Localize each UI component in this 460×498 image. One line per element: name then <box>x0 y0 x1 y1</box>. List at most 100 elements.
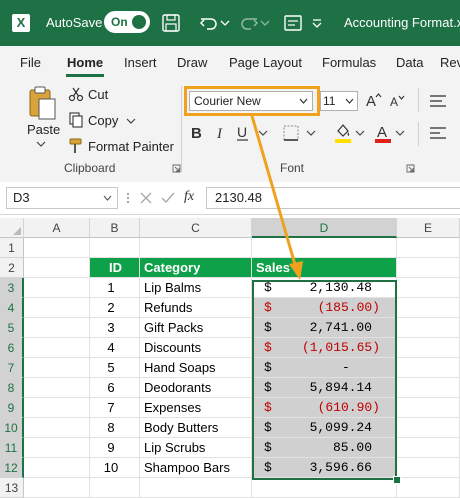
cell-a4[interactable] <box>24 298 90 318</box>
row-header-11[interactable]: 11 <box>0 438 24 458</box>
cell-e5[interactable] <box>397 318 460 338</box>
row-header-6[interactable]: 6 <box>0 338 24 358</box>
insert-function-button[interactable]: fx <box>184 188 194 206</box>
cell-e10[interactable] <box>397 418 460 438</box>
cell-a11[interactable] <box>24 438 90 458</box>
column-header-a[interactable]: A <box>24 218 90 238</box>
bold-icon[interactable]: B <box>189 124 205 142</box>
tab-draw[interactable]: Draw <box>177 55 207 71</box>
column-header-c[interactable]: C <box>140 218 252 238</box>
borders-dropdown-icon[interactable] <box>306 126 316 140</box>
undo-dropdown-icon[interactable] <box>220 12 230 34</box>
customize-toolbar-icon[interactable] <box>310 12 324 34</box>
cell-d3[interactable]: $2,130.48 <box>252 278 397 298</box>
cell-c2[interactable]: Category <box>140 258 252 278</box>
cell-a13[interactable] <box>24 478 90 498</box>
cell-e7[interactable] <box>397 358 460 378</box>
cell-e1[interactable] <box>397 238 460 258</box>
paste-dropdown-icon[interactable] <box>36 140 46 148</box>
cell-c7[interactable]: Hand Soaps <box>140 358 252 378</box>
clipboard-launcher-icon[interactable] <box>172 164 181 173</box>
row-header-9[interactable]: 9 <box>0 398 24 418</box>
row-header-4[interactable]: 4 <box>0 298 24 318</box>
cell-c6[interactable]: Discounts <box>140 338 252 358</box>
align-icon[interactable] <box>428 92 448 110</box>
copy-button[interactable]: Copy <box>88 113 118 129</box>
cell-b1[interactable] <box>90 238 140 258</box>
cancel-icon[interactable] <box>138 190 154 206</box>
cell-c12[interactable]: Shampoo Bars <box>140 458 252 478</box>
cell-a1[interactable] <box>24 238 90 258</box>
column-header-e[interactable]: E <box>397 218 460 238</box>
cell-d5[interactable]: $2,741.00 <box>252 318 397 338</box>
cell-d7[interactable]: $ - <box>252 358 397 378</box>
cell-d11[interactable]: $85.00 <box>252 438 397 458</box>
cell-a2[interactable] <box>24 258 90 278</box>
decrease-font-size-icon[interactable]: A <box>389 92 407 110</box>
redo-dropdown-icon[interactable] <box>260 12 270 34</box>
cell-c11[interactable]: Lip Scrubs <box>140 438 252 458</box>
row-header-5[interactable]: 5 <box>0 318 24 338</box>
row-header-3[interactable]: 3 <box>0 278 24 298</box>
cell-a7[interactable] <box>24 358 90 378</box>
column-header-b[interactable]: B <box>90 218 140 238</box>
row-header-12[interactable]: 12 <box>0 458 24 478</box>
cell-a8[interactable] <box>24 378 90 398</box>
fill-color-dropdown-icon[interactable] <box>355 126 365 140</box>
copy-dropdown-icon[interactable] <box>126 117 136 125</box>
tab-file[interactable]: File <box>20 55 41 71</box>
save-icon[interactable] <box>160 12 182 34</box>
cell-e2[interactable] <box>397 258 460 278</box>
tab-review[interactable]: Rev <box>440 55 460 71</box>
cell-e11[interactable] <box>397 438 460 458</box>
tab-page-layout[interactable]: Page Layout <box>229 55 302 71</box>
cell-b6[interactable]: 4 <box>90 338 140 358</box>
cell-c4[interactable]: Refunds <box>140 298 252 318</box>
cell-a5[interactable] <box>24 318 90 338</box>
cell-d13[interactable] <box>252 478 397 498</box>
italic-icon[interactable]: I <box>213 124 229 142</box>
paste-button[interactable]: Paste <box>27 122 60 138</box>
cell-e4[interactable] <box>397 298 460 318</box>
cell-a6[interactable] <box>24 338 90 358</box>
cell-b8[interactable]: 6 <box>90 378 140 398</box>
fill-color-icon[interactable] <box>334 122 352 144</box>
align-left-icon[interactable] <box>428 124 448 142</box>
cell-d6[interactable]: $ (1,015.65) <box>252 338 397 358</box>
autosave-toggle[interactable]: On <box>104 11 150 33</box>
font-color-icon[interactable]: A <box>374 122 392 144</box>
cell-c10[interactable]: Body Butters <box>140 418 252 438</box>
cell-e6[interactable] <box>397 338 460 358</box>
row-header-10[interactable]: 10 <box>0 418 24 438</box>
cell-c1[interactable] <box>140 238 252 258</box>
cell-d10[interactable]: $5,099.24 <box>252 418 397 438</box>
cell-b9[interactable]: 7 <box>90 398 140 418</box>
cell-a3[interactable] <box>24 278 90 298</box>
font-size-select[interactable]: 11 <box>320 91 358 111</box>
cell-a9[interactable] <box>24 398 90 418</box>
cell-e9[interactable] <box>397 398 460 418</box>
cell-e13[interactable] <box>397 478 460 498</box>
row-header-13[interactable]: 13 <box>0 478 24 498</box>
cell-b4[interactable]: 2 <box>90 298 140 318</box>
cell-d8[interactable]: $5,894.14 <box>252 378 397 398</box>
cell-c5[interactable]: Gift Packs <box>140 318 252 338</box>
column-header-d[interactable]: D <box>252 218 397 238</box>
cell-b5[interactable]: 3 <box>90 318 140 338</box>
underline-dropdown-icon[interactable] <box>258 126 268 140</box>
cell-b12[interactable]: 10 <box>90 458 140 478</box>
tab-data[interactable]: Data <box>396 55 423 71</box>
increase-font-size-icon[interactable]: A <box>365 90 383 110</box>
undo-icon[interactable] <box>198 12 220 34</box>
row-header-2[interactable]: 2 <box>0 258 24 278</box>
cell-d12[interactable]: $3,596.66 <box>252 458 397 478</box>
tab-insert[interactable]: Insert <box>124 55 157 71</box>
cell-b3[interactable]: 1 <box>90 278 140 298</box>
cell-c13[interactable] <box>140 478 252 498</box>
enter-icon[interactable] <box>160 190 176 206</box>
font-color-dropdown-icon[interactable] <box>395 126 405 140</box>
cell-e3[interactable] <box>397 278 460 298</box>
cell-d9[interactable]: $ (610.90) <box>252 398 397 418</box>
row-header-7[interactable]: 7 <box>0 358 24 378</box>
cell-a12[interactable] <box>24 458 90 478</box>
